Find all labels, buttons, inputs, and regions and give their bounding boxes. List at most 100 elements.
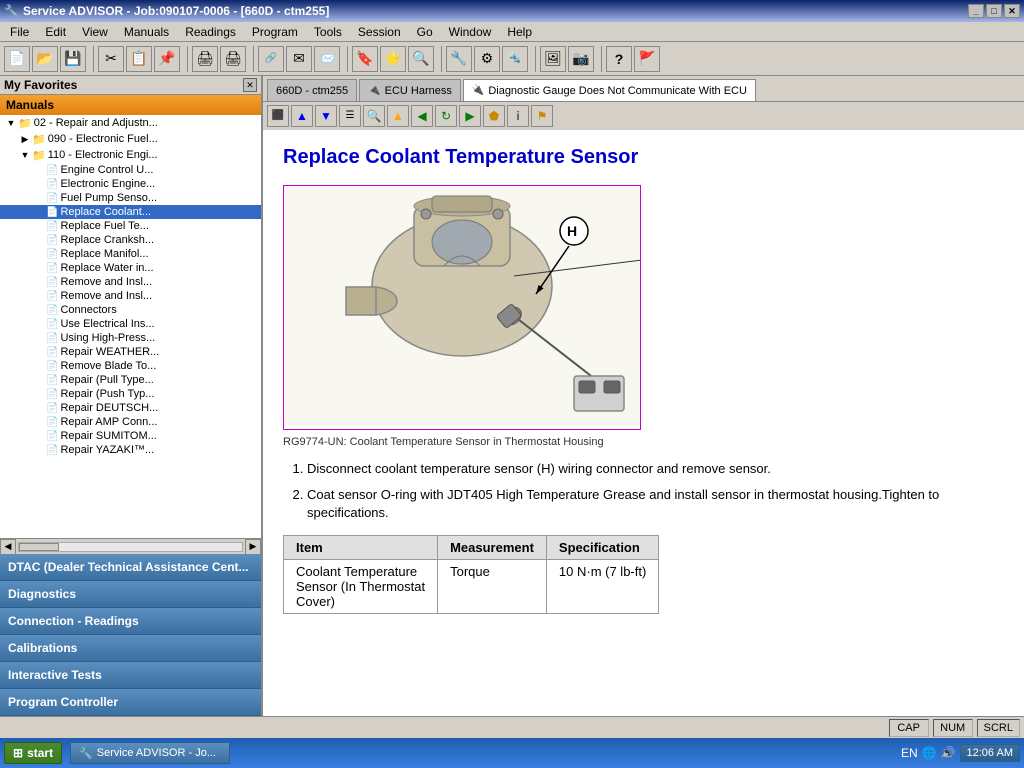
taskbar-service-advisor[interactable]: 🔧 Service ADVISOR - Jo... (70, 742, 230, 764)
settings2-button[interactable]: 🔩 (502, 46, 528, 72)
email-button[interactable]: ✉ (286, 46, 312, 72)
tree-item-2[interactable]: ▼📁110 - Electronic Engi... (0, 147, 261, 163)
tree-item-23[interactable]: 📄Repair YAZAKI™... (0, 443, 261, 457)
left-panel-close-button[interactable]: ✕ (243, 78, 257, 92)
menu-bar: File Edit View Manuals Readings Program … (0, 22, 1024, 42)
nav-warn-button[interactable]: ▲ (387, 105, 409, 127)
tree-item-5[interactable]: 📄Fuel Pump Senso... (0, 191, 261, 205)
nav-flag-button[interactable]: ⚑ (531, 105, 553, 127)
tree-item-10[interactable]: 📄Replace Water in... (0, 261, 261, 275)
help-button[interactable]: ? (606, 46, 632, 72)
close-button[interactable]: ✕ (1004, 4, 1020, 18)
print-button[interactable]: 🖨 (192, 46, 218, 72)
tree-item-4[interactable]: 📄Electronic Engine... (0, 177, 261, 191)
image2-button[interactable]: 📷 (568, 46, 594, 72)
nav-list-button[interactable]: ☰ (339, 105, 361, 127)
tab-ecu-harness[interactable]: 🔌 ECU Harness (359, 79, 461, 101)
nav-down-button[interactable]: ▼ (315, 105, 337, 127)
tree-item-16[interactable]: 📄Repair WEATHER... (0, 345, 261, 359)
flag-button[interactable]: 🚩 (634, 46, 660, 72)
scroll-right-button[interactable]: ▶ (245, 539, 261, 555)
bottom-btn-3[interactable]: Calibrations (0, 635, 261, 662)
menu-tools[interactable]: Tools (306, 23, 350, 41)
taskbar: ⊞ start 🔧 Service ADVISOR - Jo... EN 🌐 🔊… (0, 738, 1024, 768)
item-label: Use Electrical Ins... (60, 318, 154, 330)
nav-search-button[interactable]: 🔍 (363, 105, 385, 127)
copy-button[interactable]: 📋 (126, 46, 152, 72)
tree-item-17[interactable]: 📄Remove Blade To... (0, 359, 261, 373)
menu-file[interactable]: File (2, 23, 37, 41)
nav-forward-button[interactable]: ▶ (459, 105, 481, 127)
hscroll-track[interactable] (18, 542, 243, 552)
tool-button[interactable]: 🔧 (446, 46, 472, 72)
tree-item-6[interactable]: 📄Replace Coolant... (0, 205, 261, 219)
image-button[interactable]: 🖼 (540, 46, 566, 72)
tree-item-18[interactable]: 📄Repair (Pull Type... (0, 373, 261, 387)
tree-item-13[interactable]: 📄Connectors (0, 303, 261, 317)
gear-button[interactable]: ⚙ (474, 46, 500, 72)
tab-660d[interactable]: 660D - ctm255 (267, 79, 357, 101)
folder-icon: 📁 (18, 117, 32, 130)
menu-window[interactable]: Window (441, 23, 500, 41)
bookmark-button[interactable]: 🔖 (352, 46, 378, 72)
expand-icon[interactable]: ▼ (4, 116, 18, 130)
item-label: Connectors (60, 304, 116, 316)
bottom-btn-1[interactable]: Diagnostics (0, 581, 261, 608)
bottom-btn-0[interactable]: DTAC (Dealer Technical Assistance Cent..… (0, 554, 261, 581)
tree-item-1[interactable]: ▶📁090 - Electronic Fuel... (0, 131, 261, 147)
bottom-btn-2[interactable]: Connection - Readings (0, 608, 261, 635)
menu-readings[interactable]: Readings (177, 23, 244, 41)
search-button[interactable]: 🔍 (408, 46, 434, 72)
tree-item-19[interactable]: 📄Repair (Push Typ... (0, 387, 261, 401)
star-button[interactable]: ⭐ (380, 46, 406, 72)
menu-edit[interactable]: Edit (37, 23, 74, 41)
tree-item-7[interactable]: 📄Replace Fuel Te... (0, 219, 261, 233)
tree-item-22[interactable]: 📄Repair SUMITOM... (0, 429, 261, 443)
menu-program[interactable]: Program (244, 23, 306, 41)
nav-home-button[interactable]: ⬛ (267, 105, 289, 127)
title-bar: 🔧 Service ADVISOR - Job:090107-0006 - [6… (0, 0, 1024, 22)
tree-item-3[interactable]: 📄Engine Control U... (0, 163, 261, 177)
bottom-btn-5[interactable]: Program Controller (0, 689, 261, 716)
tree-item-12[interactable]: 📄Remove and Insl... (0, 289, 261, 303)
folder-icon: 📁 (32, 133, 46, 146)
tree-container[interactable]: ▼📁02 - Repair and Adjustn...▶📁090 - Elec… (0, 115, 261, 538)
nav-info-button[interactable]: i (507, 105, 529, 127)
menu-help[interactable]: Help (499, 23, 540, 41)
nav-bookmark-button[interactable]: ⬟ (483, 105, 505, 127)
tab-diagnostic-gauge[interactable]: 🔌 Diagnostic Gauge Does Not Communicate … (463, 79, 756, 101)
windows-icon: ⊞ (13, 746, 23, 760)
new-button[interactable]: 📄 (4, 46, 30, 72)
send-button[interactable]: 📨 (314, 46, 340, 72)
menu-manuals[interactable]: Manuals (116, 23, 177, 41)
tree-item-11[interactable]: 📄Remove and Insl... (0, 275, 261, 289)
tree-item-0[interactable]: ▼📁02 - Repair and Adjustn... (0, 115, 261, 131)
tree-item-20[interactable]: 📄Repair DEUTSCH... (0, 401, 261, 415)
tree-item-14[interactable]: 📄Use Electrical Ins... (0, 317, 261, 331)
nav-refresh-button[interactable]: ↻ (435, 105, 457, 127)
tree-item-9[interactable]: 📄Replace Manifol... (0, 247, 261, 261)
start-button[interactable]: ⊞ start (4, 742, 62, 764)
scroll-left-button[interactable]: ◀ (0, 539, 16, 555)
cut-button[interactable]: ✂ (98, 46, 124, 72)
link-button[interactable]: 🔗 (258, 46, 284, 72)
tree-item-15[interactable]: 📄Using High-Press... (0, 331, 261, 345)
doc-icon: 📄 (46, 333, 58, 344)
tree-item-8[interactable]: 📄Replace Cranksh... (0, 233, 261, 247)
open-button[interactable]: 📂 (32, 46, 58, 72)
minimize-button[interactable]: _ (968, 4, 984, 18)
expand-icon[interactable]: ▼ (18, 148, 32, 162)
hscroll-thumb[interactable] (19, 543, 59, 551)
nav-up-button[interactable]: ▲ (291, 105, 313, 127)
menu-go[interactable]: Go (409, 23, 441, 41)
print2-button[interactable]: 🖨 (220, 46, 246, 72)
maximize-button[interactable]: □ (986, 4, 1002, 18)
menu-session[interactable]: Session (350, 23, 409, 41)
tree-item-21[interactable]: 📄Repair AMP Conn... (0, 415, 261, 429)
paste-button[interactable]: 📌 (154, 46, 180, 72)
nav-back-button[interactable]: ◀ (411, 105, 433, 127)
menu-view[interactable]: View (74, 23, 116, 41)
save-button[interactable]: 💾 (60, 46, 86, 72)
bottom-btn-4[interactable]: Interactive Tests (0, 662, 261, 689)
expand-icon[interactable]: ▶ (18, 132, 32, 146)
